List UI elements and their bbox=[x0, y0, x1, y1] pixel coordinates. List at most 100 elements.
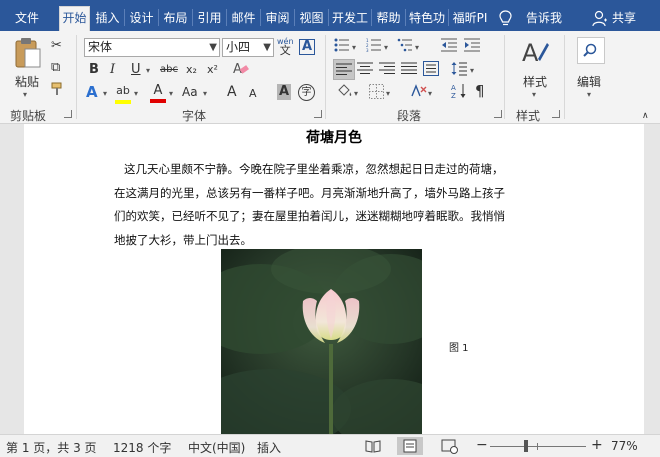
subscript-button[interactable]: x₂ bbox=[186, 62, 197, 78]
font-color-button[interactable]: A bbox=[150, 83, 166, 103]
web-layout-icon[interactable] bbox=[436, 437, 462, 455]
font-name-value: 宋体 bbox=[88, 40, 113, 54]
align-right-icon[interactable] bbox=[379, 62, 395, 80]
share-icon[interactable] bbox=[592, 7, 608, 31]
borders-icon[interactable] bbox=[369, 84, 384, 104]
cut-icon[interactable]: ✂ bbox=[51, 38, 62, 54]
tab-references[interactable]: 引用 bbox=[194, 7, 225, 31]
tab-separator bbox=[192, 9, 193, 26]
change-case-dropdown-arrow[interactable]: ▾ bbox=[203, 89, 207, 98]
tab-insert[interactable]: 插入 bbox=[92, 7, 123, 31]
justify-icon[interactable] bbox=[401, 62, 417, 80]
line-spacing-dropdown-arrow[interactable]: ▾ bbox=[470, 66, 474, 75]
align-center-icon[interactable] bbox=[357, 62, 373, 80]
format-painter-icon[interactable] bbox=[51, 82, 65, 101]
collapse-ribbon-icon[interactable]: ∧ bbox=[642, 108, 649, 124]
shrink-font-button[interactable]: A bbox=[249, 86, 257, 102]
tab-layout[interactable]: 布局 bbox=[160, 7, 191, 31]
multilevel-list-icon[interactable] bbox=[397, 38, 413, 57]
zoom-out-button[interactable]: − bbox=[476, 437, 488, 453]
highlight-color-button[interactable]: ab bbox=[115, 83, 131, 104]
styles-dropdown-arrow: ▾ bbox=[532, 90, 537, 99]
clear-formatting-icon[interactable]: A bbox=[232, 60, 250, 82]
tab-file[interactable]: 文件 bbox=[5, 7, 49, 31]
lotus-photo[interactable] bbox=[221, 249, 422, 434]
text-effects-button[interactable]: A bbox=[86, 84, 98, 100]
copy-icon[interactable]: ⧉ bbox=[51, 60, 60, 76]
sort-icon[interactable]: AZ bbox=[451, 83, 467, 104]
document-page[interactable]: 荷塘月色 这几天心里颇不宁静。今晚在院子里坐着乘凉，忽然想起日日走过的荷塘， 在… bbox=[24, 124, 644, 434]
shading-icon[interactable] bbox=[336, 83, 354, 104]
print-layout-icon[interactable] bbox=[397, 437, 423, 455]
show-marks-icon[interactable]: ¶ bbox=[475, 83, 485, 99]
tab-developer[interactable]: 开发工 bbox=[330, 7, 370, 31]
styles-icon: A bbox=[522, 39, 549, 67]
numbering-dropdown-arrow[interactable]: ▾ bbox=[384, 43, 388, 52]
styles-launcher[interactable] bbox=[552, 110, 560, 118]
tab-view[interactable]: 视图 bbox=[296, 7, 327, 31]
tab-mailings[interactable]: 邮件 bbox=[228, 7, 259, 31]
font-launcher[interactable] bbox=[314, 110, 322, 118]
text-effects-dropdown-arrow[interactable]: ▾ bbox=[103, 89, 107, 98]
chinese-layout-dropdown-arrow[interactable]: ▾ bbox=[428, 89, 432, 98]
strikethrough-button[interactable]: abc bbox=[160, 62, 178, 78]
tab-help[interactable]: 帮助 bbox=[373, 7, 404, 31]
shading-dropdown-arrow[interactable]: ▾ bbox=[354, 89, 358, 98]
tab-special[interactable]: 特色功 bbox=[407, 7, 447, 31]
editing-dropdown-arrow: ▾ bbox=[587, 90, 592, 99]
underline-dropdown-arrow[interactable]: ▾ bbox=[146, 66, 150, 75]
zoom-slider[interactable] bbox=[490, 440, 586, 452]
italic-button[interactable]: I bbox=[110, 62, 115, 78]
language-status[interactable]: 中文(中国) bbox=[188, 439, 245, 456]
zoom-level[interactable]: 77% bbox=[611, 439, 638, 453]
read-mode-icon[interactable] bbox=[360, 437, 386, 455]
change-case-button[interactable]: Aa bbox=[182, 84, 198, 100]
tab-separator bbox=[226, 9, 227, 26]
paragraph-launcher[interactable] bbox=[494, 110, 502, 118]
line-spacing-icon[interactable] bbox=[451, 61, 467, 81]
chinese-layout-icon[interactable] bbox=[410, 83, 428, 104]
character-border-button[interactable]: A bbox=[299, 39, 315, 55]
align-left-button[interactable] bbox=[333, 59, 355, 80]
svg-text:3: 3 bbox=[366, 48, 369, 52]
word-count[interactable]: 1218 个字 bbox=[113, 439, 171, 456]
bullets-icon[interactable] bbox=[334, 38, 350, 57]
editing-button[interactable]: 编辑 ▾ bbox=[572, 37, 612, 101]
multilevel-dropdown-arrow[interactable]: ▾ bbox=[415, 43, 419, 52]
insert-mode-status[interactable]: 插入 bbox=[257, 439, 281, 456]
share-button[interactable]: 共享 bbox=[612, 7, 636, 31]
font-size-select[interactable]: 小四 ▼ bbox=[222, 38, 274, 57]
superscript-button[interactable]: x² bbox=[207, 62, 218, 78]
tab-home[interactable]: 开始 bbox=[59, 6, 90, 31]
borders-dropdown-arrow[interactable]: ▾ bbox=[386, 89, 390, 98]
highlight-dropdown-arrow[interactable]: ▾ bbox=[134, 89, 138, 98]
page-count[interactable]: 第 1 页，共 3 页 bbox=[6, 439, 97, 456]
decrease-indent-icon[interactable] bbox=[441, 38, 457, 57]
zoom-in-button[interactable]: + bbox=[591, 437, 603, 453]
clipboard-launcher[interactable] bbox=[64, 110, 72, 118]
enclose-characters-button[interactable]: 字 bbox=[298, 84, 315, 101]
underline-button[interactable]: U bbox=[131, 62, 141, 78]
styles-button[interactable]: A 样式 ▾ bbox=[512, 37, 558, 103]
bullets-dropdown-arrow[interactable]: ▾ bbox=[352, 43, 356, 52]
font-name-select[interactable]: 宋体 ▼ bbox=[84, 38, 220, 57]
grow-font-button[interactable]: A bbox=[227, 84, 237, 100]
tell-me-box[interactable]: 告诉我 bbox=[526, 7, 562, 31]
tab-foxit[interactable]: 福昕PI bbox=[450, 7, 490, 31]
figure-caption: 图 1 bbox=[449, 343, 469, 354]
paste-button[interactable]: 粘贴 ▾ bbox=[8, 37, 48, 99]
phonetic-guide-button[interactable]: wén 文 bbox=[277, 37, 294, 56]
paste-label: 粘贴 bbox=[15, 75, 40, 89]
tab-review[interactable]: 审阅 bbox=[262, 7, 293, 31]
character-shading-button[interactable]: A bbox=[277, 84, 291, 100]
numbering-icon[interactable]: 123 bbox=[366, 38, 382, 57]
tab-design[interactable]: 设计 bbox=[126, 7, 157, 31]
lightbulb-icon[interactable] bbox=[499, 7, 512, 31]
increase-indent-icon[interactable] bbox=[464, 38, 480, 57]
chevron-down-icon: ▼ bbox=[209, 42, 217, 53]
distributed-align-icon[interactable] bbox=[423, 61, 439, 81]
bold-button[interactable]: B bbox=[89, 62, 99, 78]
font-color-dropdown-arrow[interactable]: ▾ bbox=[169, 89, 173, 98]
zoom-slider-thumb[interactable] bbox=[523, 440, 528, 452]
paragraph-group-label: 段落 bbox=[397, 109, 422, 123]
